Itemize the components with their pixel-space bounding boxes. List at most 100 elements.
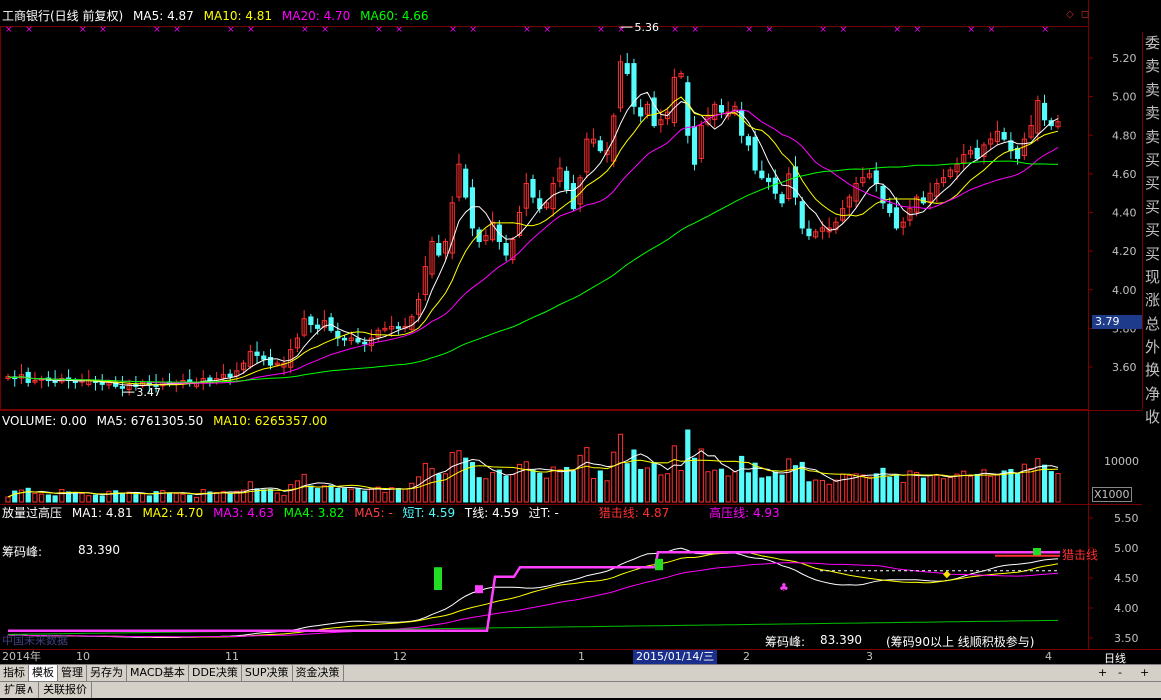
candle-down[interactable]	[759, 170, 765, 179]
zoom-out-button[interactable]: -	[1118, 665, 1122, 681]
candle-down[interactable]	[119, 386, 126, 389]
volume-bar[interactable]	[1001, 470, 1007, 503]
volume-bar[interactable]	[180, 493, 186, 503]
volume-bar[interactable]	[503, 475, 509, 503]
volume-bar[interactable]	[429, 468, 435, 503]
volume-bar[interactable]	[469, 461, 476, 503]
candle-down[interactable]	[1001, 132, 1007, 140]
volume-bar[interactable]	[160, 490, 166, 503]
candle-down[interactable]	[463, 168, 469, 198]
zoom-in-button[interactable]: +	[1098, 665, 1107, 681]
volume-bar[interactable]	[173, 493, 179, 503]
candle-down[interactable]	[261, 355, 267, 360]
tab-indicator[interactable]: 指标	[0, 665, 29, 681]
volume-bar[interactable]	[45, 494, 51, 503]
volume-bar[interactable]	[1021, 463, 1027, 503]
volume-bar[interactable]	[887, 476, 893, 503]
volume-bar[interactable]	[685, 429, 691, 503]
volume-bar[interactable]	[712, 469, 718, 503]
candle-down[interactable]	[765, 177, 772, 183]
volume-bar[interactable]	[806, 481, 812, 503]
volume-bar[interactable]	[119, 492, 126, 503]
volume-bar[interactable]	[193, 496, 200, 503]
candle-down[interactable]	[772, 177, 778, 194]
volume-bar[interactable]	[355, 488, 361, 503]
volume-bar[interactable]	[638, 468, 644, 503]
volume-bar[interactable]	[611, 451, 617, 503]
volume-bar[interactable]	[759, 477, 765, 503]
volume-bar[interactable]	[348, 488, 354, 503]
volume-bar[interactable]	[200, 489, 206, 503]
volume-bar[interactable]	[335, 487, 341, 503]
volume-bar[interactable]	[752, 462, 758, 503]
side-panel-item[interactable]: 卖	[1143, 55, 1161, 78]
candle-down[interactable]	[718, 105, 725, 113]
volume-bar[interactable]	[106, 490, 112, 503]
volume-bar[interactable]	[5, 496, 11, 503]
volume-bar[interactable]	[113, 490, 119, 503]
volume-bar[interactable]	[187, 494, 193, 503]
volume-bar[interactable]	[651, 462, 657, 503]
volume-bar[interactable]	[166, 492, 173, 503]
volume-bar[interactable]	[483, 478, 489, 503]
volume-bar[interactable]	[288, 484, 294, 503]
candle-down[interactable]	[1041, 102, 1048, 121]
volume-bar[interactable]	[32, 492, 38, 503]
volume-bar[interactable]	[947, 476, 953, 503]
volume-bar[interactable]	[914, 471, 920, 503]
candle-down[interactable]	[207, 377, 213, 382]
volume-bar[interactable]	[146, 495, 152, 503]
volume-bar[interactable]	[341, 488, 348, 503]
volume-bar[interactable]	[72, 492, 78, 503]
candle-down[interactable]	[355, 338, 361, 343]
related-quotes-button[interactable]: 关联报价	[39, 682, 93, 698]
volume-bar[interactable]	[765, 476, 772, 503]
volume-bar[interactable]	[745, 472, 751, 503]
volume-bar[interactable]	[140, 493, 146, 503]
candle-down[interactable]	[362, 341, 368, 345]
tab-save-as[interactable]: 另存为	[87, 665, 127, 681]
side-panel-item[interactable]: 买	[1143, 172, 1161, 195]
volume-bar[interactable]	[860, 474, 866, 503]
volume-bar[interactable]	[644, 467, 651, 503]
candle-down[interactable]	[893, 207, 900, 229]
volume-bar[interactable]	[395, 488, 401, 503]
volume-bar[interactable]	[698, 448, 704, 503]
volume-bar[interactable]	[967, 475, 974, 503]
volume-bar[interactable]	[86, 495, 92, 503]
volume-bar[interactable]	[920, 477, 926, 503]
volume-bar[interactable]	[705, 471, 711, 503]
volume-bar[interactable]	[516, 463, 523, 503]
volume-bar[interactable]	[826, 483, 832, 503]
volume-bar[interactable]	[510, 473, 516, 503]
volume-bar[interactable]	[1028, 468, 1034, 503]
side-panel-item[interactable]: 换	[1143, 359, 1161, 382]
side-panel-item[interactable]: 买	[1143, 243, 1161, 266]
volume-bar[interactable]	[786, 458, 792, 503]
volume-bar[interactable]	[1008, 468, 1014, 503]
volume-bar[interactable]	[779, 474, 785, 503]
side-panel-item[interactable]: 卖	[1143, 79, 1161, 102]
volume-bar[interactable]	[954, 473, 960, 503]
volume-bar[interactable]	[691, 457, 698, 503]
volume-bar[interactable]	[99, 495, 105, 503]
volume-bar[interactable]	[523, 461, 529, 503]
candle-down[interactable]	[1008, 140, 1014, 152]
candle-down[interactable]	[395, 326, 401, 329]
volume-bar[interactable]	[409, 482, 415, 503]
volume-bar[interactable]	[442, 473, 449, 503]
volume-bar[interactable]	[813, 479, 819, 503]
volume-bar[interactable]	[537, 472, 543, 503]
volume-bar[interactable]	[590, 478, 597, 503]
volume-bar[interactable]	[1055, 473, 1061, 503]
volume-bar[interactable]	[422, 462, 428, 503]
kline-chart[interactable]: 5.205.004.804.604.404.204.003.803.60 ×××…	[0, 0, 1161, 697]
volume-bar[interactable]	[274, 492, 280, 503]
volume-bar[interactable]	[12, 490, 18, 503]
candle-down[interactable]	[254, 351, 260, 356]
candle-down[interactable]	[745, 136, 751, 146]
volume-bar[interactable]	[362, 490, 368, 503]
candles[interactable]	[5, 52, 1061, 397]
candle-down[interactable]	[806, 228, 812, 237]
volume-bar[interactable]	[974, 473, 980, 503]
